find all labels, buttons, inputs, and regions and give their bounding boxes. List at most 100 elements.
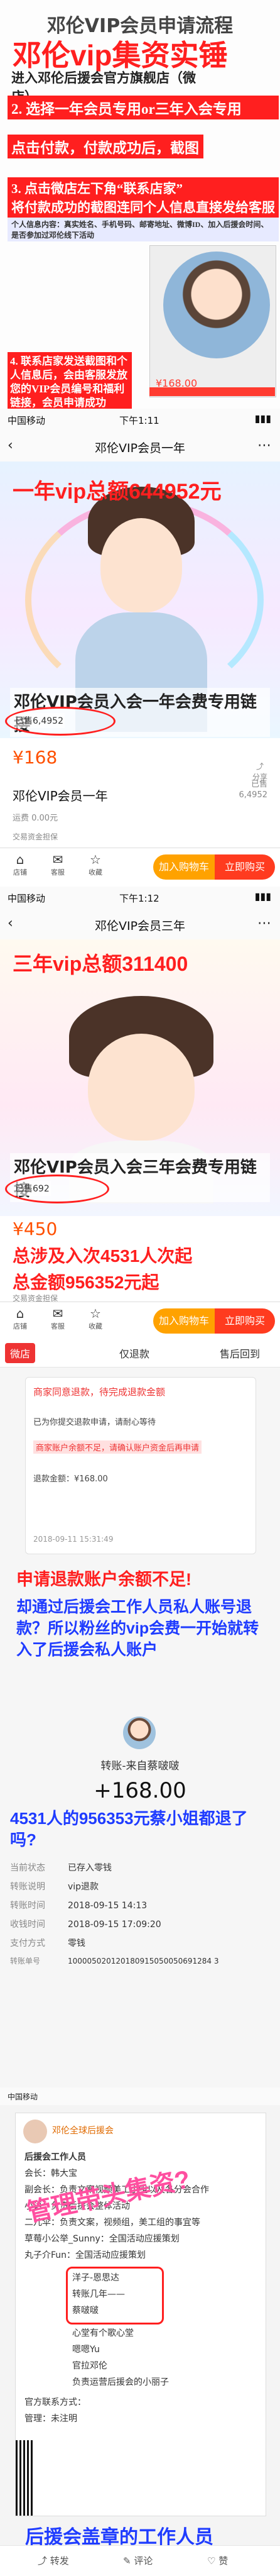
- detail-key: 转账说明: [10, 1882, 45, 1892]
- total-amount-annotation: 总金额956352元起: [13, 1273, 159, 1292]
- refund-section: 微店 仅退款 售后回到 商家同意退款，待完成退款金额 已为你提交退款申请，请耐心…: [0, 1339, 280, 2087]
- favorite-button[interactable]: ☆ 收藏: [78, 852, 113, 877]
- weibo-line: 管理：未注明: [24, 2414, 77, 2424]
- detail-key: 收钱时间: [10, 1920, 45, 1930]
- product-image: 三年vip总额311400 邓伦VIP会员入会三年会费专用链接 已售692: [0, 939, 280, 1216]
- weibo-line: 负责运营后援会的小丽子: [72, 2377, 169, 2387]
- detail-value: 已存入零钱: [68, 1863, 112, 1873]
- weibo-line: 嗯嗯Yu: [72, 2345, 100, 2355]
- chat-icon: ✉: [52, 852, 63, 867]
- star-icon: ☆: [90, 852, 101, 867]
- tab-refund-only[interactable]: 仅退款: [119, 1346, 149, 1361]
- overlay-annotation: 一年vip总额644952元: [13, 480, 222, 504]
- chat-icon: ✉: [52, 1306, 63, 1321]
- weibo-line: 草莓小公举_Sunny：全国活动应援策划: [24, 2234, 180, 2244]
- weibo-username[interactable]: 邓伦全球后援会: [52, 2125, 114, 2138]
- service-label: 客服: [51, 868, 65, 876]
- product-price: ¥168: [13, 747, 58, 768]
- more-icon[interactable]: ⋯: [257, 438, 271, 453]
- like-button[interactable]: ♡ 赞: [207, 2554, 228, 2567]
- shop-button[interactable]: ⌂ 店铺: [3, 1306, 38, 1331]
- step-4-title: 3. 点击微店左下角“联系店家”: [11, 181, 183, 196]
- detail-value: 2018-09-15 17:09:20: [68, 1920, 161, 1930]
- battery-icon: ▮▮▮: [254, 412, 271, 424]
- repost-button[interactable]: ⤴ 转发: [38, 2554, 69, 2567]
- instruction-card: 邓伦VIP会员申请流程 邓伦vip集资实锤 进入邓伦后援会官方旗舰店（微店） 2…: [0, 0, 280, 413]
- weibo-action-bar: ⤴ 转发 ✎ 评论 ♡ 赞: [0, 2545, 280, 2576]
- nav-title: 邓伦VIP会员一年: [94, 441, 186, 455]
- star-icon: ☆: [90, 1306, 101, 1321]
- detail-value: 100005020120180915050050691284 3: [68, 1957, 219, 1965]
- buy-now-button[interactable]: 立即购买: [215, 1308, 275, 1334]
- add-to-cart-button[interactable]: 加入购物车: [153, 1308, 215, 1334]
- protection: 交易资金担保: [13, 832, 58, 841]
- weibo-line: 官拉邓伦: [72, 2361, 107, 2371]
- weibo-line: 官方联系方式：: [24, 2397, 86, 2407]
- status-bar: 中国移动 下午1:12 ▮▮▮: [0, 887, 280, 909]
- detail-row: 收钱时间 2018-09-15 17:09:20: [10, 1918, 161, 1930]
- share-label: 分享: [252, 773, 267, 782]
- favorite-label: 收藏: [89, 1322, 102, 1330]
- qr-code-strip: [16, 2440, 35, 2516]
- step-3: 点击付款，付款成功后，截图: [8, 135, 203, 158]
- detail-key: 转账单号: [10, 1957, 41, 1965]
- detail-row: 支付方式 零钱: [10, 1937, 85, 1949]
- comment-button[interactable]: ✎ 评论: [123, 2554, 153, 2567]
- shop-button[interactable]: ⌂ 店铺: [3, 852, 38, 877]
- note-insufficient-balance: 申请退款账户余额不足!: [16, 1570, 191, 1589]
- tab-after-sale[interactable]: 售后回到: [220, 1346, 260, 1361]
- weidian-logo: 微店: [5, 1343, 36, 1363]
- step-5-info: 个人信息内容：真实姓名、手机号码、邮寄地址、微博ID、加入后援会时间、是否参加过…: [8, 218, 279, 241]
- shop-icon: ⌂: [16, 1306, 24, 1321]
- step-4: 3. 点击微店左下角“联系店家” 将付款成功的截图连同个人信息直接发给客服: [8, 177, 279, 218]
- product-name: 邓伦VIP会员一年: [13, 788, 108, 804]
- transfer-title: 转账-来自蔡啵啵: [100, 1760, 180, 1772]
- repost-label: 转发: [50, 2555, 69, 2567]
- carrier: 中国移动: [8, 893, 46, 904]
- highlight-box: [66, 2267, 164, 2324]
- product-page-one-year: 中国移动 下午1:11 ▮▮▮ ‹ 邓伦VIP会员一年 ⋯ 一年vip总额644…: [0, 409, 280, 887]
- service-button[interactable]: ✉ 客服: [40, 852, 75, 877]
- add-to-cart-button[interactable]: 加入购物车: [153, 854, 215, 880]
- detail-row: 当前状态 已存入零钱: [10, 1861, 112, 1874]
- detail-value: 零钱: [68, 1938, 85, 1949]
- overlay-annotation: 三年vip总额311400: [13, 953, 188, 975]
- note-question: 4531人的956353元蔡小姐都退了吗?: [10, 1809, 248, 1849]
- clock: 下午1:11: [119, 415, 159, 426]
- detail-key: 当前状态: [10, 1863, 45, 1873]
- step-2: 2. 选择一年会员专用or三年入会专用: [8, 96, 279, 119]
- carrier: 中国移动: [8, 2092, 38, 2101]
- battery-icon: ▮▮▮: [254, 890, 271, 902]
- share-button[interactable]: ⤴ 分享: [252, 761, 267, 782]
- service-button[interactable]: ✉ 客服: [40, 1306, 75, 1331]
- status-bar: 中国移动 下午1:11 ▮▮▮: [0, 409, 280, 431]
- favorite-button[interactable]: ☆ 收藏: [78, 1306, 113, 1331]
- transfer-amount: +168.00: [94, 1778, 186, 1803]
- refund-date: 2018-09-11 15:31:49: [33, 1535, 114, 1544]
- weibo-avatar[interactable]: [23, 2120, 47, 2143]
- shop-icon: ⌂: [16, 852, 24, 867]
- refund-line-1: 已为你提交退款申请，请耐心等待: [33, 1418, 156, 1427]
- step-4-desc: 将付款成功的截图连同个人信息直接发给客服: [11, 200, 275, 215]
- product-image: 一年vip总额644952元 邓伦VIP会员入会一年会费专用链接 已售6,495…: [0, 462, 280, 738]
- clock: 下午1:12: [119, 893, 159, 904]
- refund-tabs: 微店 仅退款 售后回到: [0, 1339, 280, 1368]
- like-label: 赞: [218, 2555, 229, 2567]
- more-icon[interactable]: ⋯: [257, 915, 271, 931]
- total-count-annotation: 总涉及入次4531人次起: [13, 1246, 193, 1266]
- buy-now-button[interactable]: 立即购买: [215, 854, 275, 880]
- carrier: 中国移动: [8, 415, 46, 426]
- freight: 运费 0.00元: [13, 814, 58, 823]
- note-private-account: 却通过后援会工作人员私人账号退款？所以粉丝的vip会费一开始就转入了后援会私人账…: [16, 1598, 259, 1659]
- weibo-line: 心堂有个歌心堂: [72, 2328, 134, 2338]
- detail-row: 转账说明 vip退款: [10, 1880, 99, 1893]
- cartoon-avatar: [163, 252, 270, 358]
- weibo-section: 中国移动 邓伦全球后援会 后援会工作人员 会长：韩大宝 副会长：负责文案视频美工…: [0, 2087, 280, 2576]
- service-label: 客服: [51, 1322, 65, 1330]
- detail-value: vip退款: [68, 1882, 99, 1892]
- highlight-circle: [5, 1175, 109, 1203]
- weibo-line: 后援会工作人员: [24, 2152, 86, 2162]
- status-bar: 中国移动: [0, 2087, 280, 2105]
- shop-label: 店铺: [13, 868, 27, 876]
- detail-row: 转账时间 2018-09-15 14:13: [10, 1899, 147, 1911]
